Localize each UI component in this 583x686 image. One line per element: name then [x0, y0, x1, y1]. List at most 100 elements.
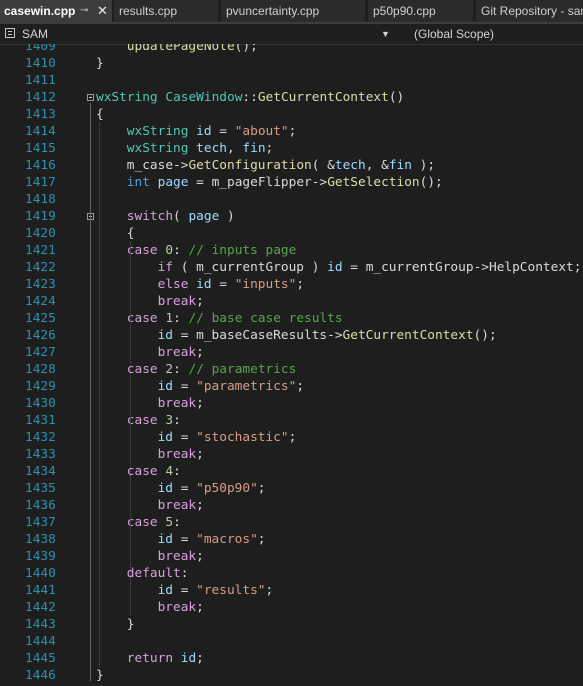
code-token: : [173, 413, 181, 428]
code-line[interactable]: 1441 id = "results"; [0, 582, 583, 599]
tab-git-repository[interactable]: Git Repository - sam [476, 0, 583, 22]
code-token: id [327, 260, 343, 275]
tab-label: Git Repository - sam [481, 4, 583, 18]
code-token: case [126, 362, 158, 377]
code-line[interactable]: 1412 wxString CaseWindow::GetCurrentConte… [0, 89, 583, 106]
code-line[interactable]: 1413 { [0, 106, 583, 123]
scope-dropdown[interactable]: (Global Scope) [398, 25, 583, 43]
code-line[interactable]: 1421 case 0: // inputs page [0, 242, 583, 259]
code-line[interactable]: 1409 updatePageNote(); [0, 44, 583, 55]
document-tab-bar: casewin.cpp ⊸ ✕ results.cpp pvuncertaint… [0, 0, 583, 24]
line-number: 1433 [25, 447, 56, 462]
code-token: break [157, 549, 197, 564]
code-token: = [173, 430, 197, 445]
code-line[interactable]: 1436 break; [0, 497, 583, 514]
code-token: id [157, 481, 174, 496]
code-token: tech [196, 141, 227, 156]
code-token: : [173, 464, 181, 479]
code-line[interactable]: 1439 break; [0, 548, 583, 565]
code-line[interactable]: 1431 case 3: [0, 412, 583, 429]
code-text: break; [158, 344, 204, 361]
code-token: "parametrics" [196, 379, 297, 394]
code-line[interactable]: 1444 [0, 633, 583, 650]
code-token: // base case results [188, 311, 343, 326]
tab-results-cpp[interactable]: results.cpp [114, 0, 219, 22]
code-line[interactable]: 1442 break; [0, 599, 583, 616]
code-line[interactable]: 1420 { [0, 225, 583, 242]
code-line[interactable]: 1443} [0, 616, 583, 633]
code-line[interactable]: 1428 case 2: // parametrics [0, 361, 583, 378]
code-token: 1 [165, 311, 174, 326]
code-token: page [188, 209, 220, 224]
line-number: 1418 [25, 192, 56, 207]
tab-pvuncertainty-cpp[interactable]: pvuncertainty.cpp [221, 0, 366, 22]
code-token: ; [196, 447, 204, 462]
code-line[interactable]: 1425 case 1: // base case results [0, 310, 583, 327]
code-token: GetCurrentContext [342, 328, 474, 343]
code-token: ; [196, 651, 204, 666]
line-number: 1410 [25, 56, 56, 71]
line-number: 1409 [25, 44, 56, 54]
code-line[interactable]: 1415 wxString tech, fin; [0, 140, 583, 157]
code-line[interactable]: 1437 case 5: [0, 514, 583, 531]
code-line[interactable]: 1422 if ( m_currentGroup ) id = m_current… [0, 259, 583, 276]
code-token: CaseWindow [165, 90, 243, 105]
code-text: id = "results"; [158, 582, 274, 599]
code-line[interactable]: 1414 wxString id = "about"; [0, 123, 583, 140]
code-token: = [173, 481, 197, 496]
line-number: 1435 [25, 481, 56, 496]
code-line[interactable]: 1416 m_case->GetConfiguration( &tech, &fi… [0, 157, 583, 174]
code-line[interactable]: 1446} [0, 667, 583, 684]
code-token: m_currentGroup [196, 260, 305, 275]
code-line[interactable]: 1438 id = "macros"; [0, 531, 583, 548]
code-token: 2 [165, 362, 174, 377]
line-number: 1420 [25, 226, 56, 241]
line-number: 1434 [25, 464, 56, 479]
code-token: ; [257, 481, 266, 496]
pin-icon[interactable]: ⊸ [80, 0, 88, 22]
tab-casewin-cpp[interactable]: casewin.cpp ⊸ ✕ [0, 0, 112, 22]
code-line[interactable]: 1427 break; [0, 344, 583, 361]
code-text: m_case->GetConfiguration( &tech, &fin ); [127, 157, 435, 174]
code-token: return [126, 651, 174, 666]
code-line[interactable]: 1440 default: [0, 565, 583, 582]
code-token: (); [473, 328, 497, 343]
code-line[interactable]: 1418 [0, 191, 583, 208]
code-token: : [173, 515, 181, 530]
code-line[interactable]: 1419 switch( page ) [0, 208, 583, 225]
code-line[interactable]: 1424 break; [0, 293, 583, 310]
code-line[interactable]: 1430 break; [0, 395, 583, 412]
close-icon[interactable]: ✕ [97, 0, 108, 22]
code-line[interactable]: 1423 else id = "inputs"; [0, 276, 583, 293]
code-line[interactable]: 1410} [0, 55, 583, 72]
code-token: fin [242, 141, 266, 156]
code-line[interactable]: 1445 return id; [0, 650, 583, 667]
code-line[interactable]: 1433 break; [0, 446, 583, 463]
code-token: ; [196, 549, 204, 564]
code-token: ; [296, 277, 305, 292]
code-token: m_currentGroup [365, 260, 474, 275]
code-token: (); [419, 175, 443, 190]
project-dropdown[interactable]: SAM ▼ [0, 25, 394, 43]
code-text: default: [127, 565, 189, 582]
code-line[interactable]: 1434 case 4: [0, 463, 583, 480]
line-number: 1421 [25, 243, 56, 258]
code-line[interactable]: 1435 id = "p50p90"; [0, 480, 583, 497]
code-editor[interactable]: 1409 updatePageNote(); 1410} 1411 1412 wxStri… [0, 44, 583, 686]
code-line[interactable]: 1426 id = m_baseCaseResults->GetCurrentCo… [0, 327, 583, 344]
collapse-region-icon[interactable] [87, 94, 94, 101]
code-line[interactable]: 1432 id = "stochastic"; [0, 429, 583, 446]
code-token: id [157, 379, 174, 394]
code-token: 0 [165, 243, 174, 258]
code-line[interactable]: 1429 id = "parametrics"; [0, 378, 583, 395]
tab-p50p90-cpp[interactable]: p50p90.cpp [368, 0, 474, 22]
indent-guide [129, 242, 131, 616]
chevron-down-icon[interactable]: ▼ [381, 25, 390, 43]
code-line[interactable]: 1411 [0, 72, 583, 89]
code-token: // inputs page [188, 243, 297, 258]
code-text: switch( page ) [127, 208, 235, 225]
code-line[interactable]: 1417 int page = m_pageFlipper->GetSelecti… [0, 174, 583, 191]
code-token: switch [126, 209, 174, 224]
